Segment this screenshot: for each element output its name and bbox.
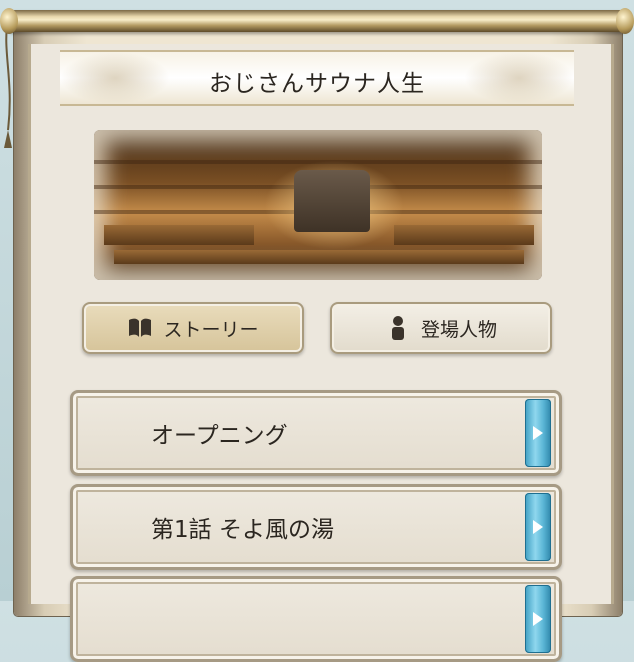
chapter-row-opening[interactable]: オープニング (70, 390, 562, 476)
play-arrow-icon (533, 612, 543, 626)
page-title: おじさんサウナ人生 (209, 71, 425, 97)
bench-front (114, 250, 524, 264)
chapter-label: 第1話 そよ風の湯 (151, 517, 334, 543)
sauna-stove (294, 170, 370, 232)
play-arrow-icon (533, 426, 543, 440)
sauna-hero-image (94, 130, 542, 280)
tab-story[interactable]: ストーリー (82, 302, 304, 354)
scroll-rod-cap-right (616, 8, 634, 34)
chapter-label: オープニング (151, 423, 288, 449)
person-icon (385, 315, 411, 341)
book-icon (127, 315, 153, 341)
play-arrow-icon (533, 520, 543, 534)
chapter-row-1[interactable]: 第1話 そよ風の湯 (70, 484, 562, 570)
chapter-arrow-button[interactable] (525, 493, 551, 561)
chapter-arrow-button[interactable] (525, 585, 551, 653)
bench-left (104, 225, 254, 245)
tab-characters[interactable]: 登場人物 (330, 302, 552, 354)
bench-right (394, 225, 534, 245)
tab-characters-label: 登場人物 (420, 318, 497, 341)
title-banner: おじさんサウナ人生 (60, 50, 574, 106)
scroll-rod-cap-left (0, 8, 18, 34)
chapter-arrow-button[interactable] (525, 399, 551, 467)
tab-story-label: ストーリー (163, 318, 259, 341)
chapter-row-2[interactable] (70, 576, 562, 662)
scroll-rod (4, 10, 630, 32)
